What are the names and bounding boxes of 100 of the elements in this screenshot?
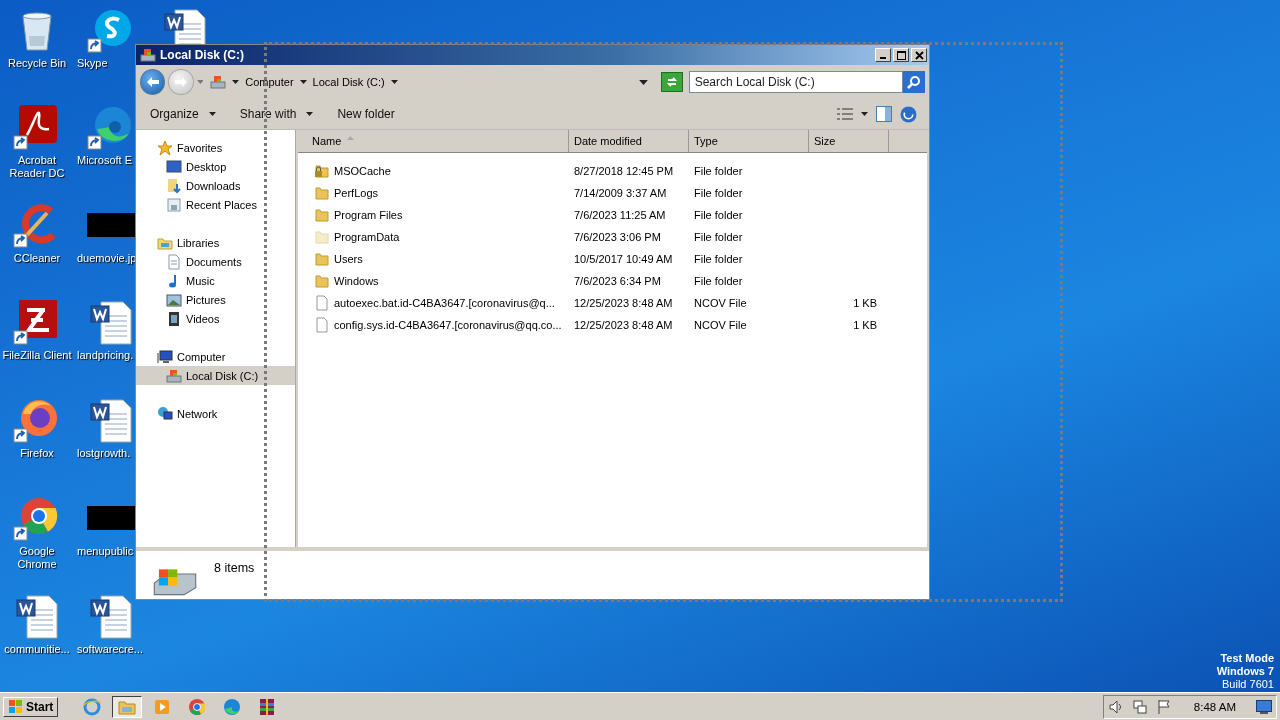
view-list-icon[interactable] — [837, 108, 853, 120]
videos-icon — [166, 310, 182, 327]
recent-icon — [166, 196, 182, 213]
preview-pane-icon[interactable] — [876, 106, 892, 122]
maximize-button[interactable] — [893, 48, 909, 62]
caret-icon — [196, 80, 204, 84]
column-header[interactable]: Date modified — [569, 130, 689, 152]
column-header[interactable]: Type — [689, 130, 809, 152]
drive-icon — [140, 47, 156, 63]
table-cell-text: File folder — [693, 209, 744, 221]
nav-item[interactable]: Network — [136, 404, 295, 423]
globe-icon — [83, 697, 102, 716]
file-icon — [314, 317, 330, 333]
table-cell-text: 7/6/2023 6:34 PM — [573, 275, 662, 287]
desktop-icon-label[interactable]: Microsoft E — [77, 154, 132, 167]
breadcrumb-item[interactable]: Local Disk (C:) — [312, 76, 385, 88]
file-name[interactable]: ProgramData — [334, 231, 400, 243]
archive-icon — [258, 697, 277, 716]
table-cell-text: File folder — [693, 275, 744, 287]
desktop-icon-label[interactable]: Skype — [77, 57, 108, 70]
browser-icon — [223, 697, 242, 716]
dropdown-arrow-icon[interactable] — [639, 79, 649, 85]
os-notice-text: Build 7601 — [1222, 678, 1274, 691]
taskbar-app-button[interactable] — [112, 695, 143, 718]
column-header[interactable]: Size — [809, 130, 889, 152]
desktop-icon-label[interactable]: lostgrowth. — [77, 447, 131, 460]
desktop-icon-label[interactable]: softwarecre... — [77, 643, 144, 656]
desktop-icon-label[interactable]: Recycle Bin — [7, 57, 67, 70]
clock[interactable]: 8:48 AM — [1193, 700, 1236, 713]
folder-icon — [314, 273, 330, 289]
window-title: Local Disk (C:) — [160, 48, 244, 62]
toolbar-button[interactable]: Share with — [231, 103, 322, 125]
documents-icon — [166, 253, 182, 270]
flag-icon[interactable] — [1155, 698, 1172, 715]
back-button[interactable] — [140, 69, 166, 95]
refresh-button[interactable] — [661, 72, 683, 92]
nav-item[interactable]: Computer — [136, 347, 295, 366]
file-name[interactable]: MSOCache — [334, 165, 391, 177]
table-cell-text: NCOV File — [693, 297, 748, 309]
nav-item[interactable]: Recent Places — [136, 195, 295, 214]
nav-item[interactable]: Pictures — [136, 290, 295, 309]
speaker-icon[interactable] — [1107, 698, 1124, 715]
nav-item[interactable]: Local Disk (C:) — [136, 366, 295, 385]
toolbar-button[interactable]: New folder — [329, 103, 403, 125]
table-cell-text: File folder — [693, 253, 744, 265]
desktop-icon-label[interactable]: FileZilla Client — [2, 349, 72, 362]
file-name[interactable]: autoexec.bat.id-C4BA3647.[coronavirus@q... — [334, 297, 555, 309]
help-icon[interactable] — [900, 105, 917, 123]
toolbar-button[interactable]: Organize — [142, 103, 224, 125]
desktop-icon-label[interactable]: CCleaner — [13, 252, 61, 265]
desktop-icon-label[interactable]: landpricing. — [77, 349, 134, 362]
desktop-icon-label[interactable]: Google Chrome — [0, 545, 74, 571]
nav-item[interactable]: Downloads — [136, 176, 295, 195]
folder-icon — [314, 251, 330, 267]
desktop-icon-label[interactable]: Firefox — [20, 447, 54, 460]
column-header[interactable]: Name — [298, 130, 569, 152]
desktop-icon-label[interactable]: communitie... — [4, 643, 70, 656]
locked-folder-icon — [314, 163, 330, 179]
folder-icon — [314, 185, 330, 201]
table-cell-text: File folder — [693, 187, 744, 199]
start-button[interactable]: Start — [3, 696, 59, 717]
caret-icon — [390, 80, 398, 84]
file-name[interactable]: config.sys.id-C4BA3647.[coronavirus@qq.co... — [334, 319, 562, 331]
table-cell-text: 7/6/2023 3:06 PM — [573, 231, 662, 243]
file-name[interactable]: Windows — [334, 275, 379, 287]
close-icon — [914, 50, 924, 60]
table-cell: 1 KB — [853, 297, 877, 309]
table-cell-text: 8/27/2018 12:45 PM — [573, 165, 675, 177]
file-name[interactable]: PerfLogs — [334, 187, 379, 199]
show-desktop-icon[interactable] — [1256, 699, 1272, 714]
file-name[interactable]: Users — [334, 253, 363, 265]
table-cell-text: 7/6/2023 11:25 AM — [573, 209, 667, 221]
search-button[interactable] — [903, 71, 925, 93]
network-icon[interactable] — [1131, 698, 1148, 715]
drive-icon — [210, 74, 227, 90]
desktop-icon-label[interactable]: menupublic — [77, 545, 134, 558]
nav-item[interactable]: Videos — [136, 309, 295, 328]
breadcrumb-item[interactable]: Computer — [245, 76, 294, 88]
pictures-icon — [166, 291, 182, 308]
computer-icon — [157, 348, 173, 365]
desktop-icon-label[interactable]: Acrobat Reader DC — [0, 154, 74, 180]
close-button[interactable] — [911, 48, 927, 62]
table-cell-text: File folder — [693, 165, 744, 177]
minimize-icon — [880, 57, 886, 59]
nav-item[interactable]: Desktop — [136, 157, 295, 176]
desktop-icon-label[interactable]: duemovie.jp — [77, 252, 137, 265]
search-field[interactable]: Search Local Disk (C:) — [688, 71, 903, 93]
play-icon — [153, 697, 172, 716]
file-name[interactable]: Program Files — [334, 209, 403, 221]
minimize-button[interactable] — [875, 48, 891, 62]
maximize-icon — [896, 50, 906, 60]
nav-item[interactable]: Favorites — [136, 138, 295, 157]
folder-icon — [314, 207, 330, 223]
table-cell-text: 10/5/2017 10:49 AM — [573, 253, 674, 265]
table-cell-text: 7/14/2009 3:37 AM — [573, 187, 668, 199]
nav-item[interactable]: Documents — [136, 252, 295, 271]
nav-item[interactable]: Libraries — [136, 233, 295, 252]
star-icon — [157, 139, 173, 156]
nav-item[interactable]: Music — [136, 271, 295, 290]
os-notice-text: Windows 7 — [1216, 665, 1274, 678]
